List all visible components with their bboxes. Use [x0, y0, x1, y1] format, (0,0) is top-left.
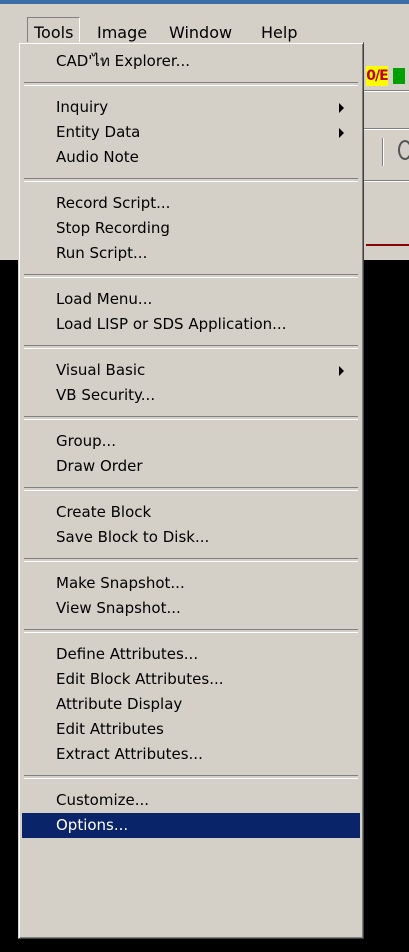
menu-item-load-menu[interactable]: Load Menu... [22, 287, 360, 312]
menu-item-group[interactable]: Group... [22, 429, 360, 454]
menu-item-options[interactable]: Options... [22, 813, 360, 838]
menu-item-load-lisp-or-sds-application[interactable]: Load LISP or SDS Application... [22, 312, 360, 337]
menu-item-label: Inquiry [56, 98, 109, 116]
submenu-arrow-icon [339, 128, 344, 138]
menu-separator [24, 629, 358, 633]
menu-item-label: Run Script... [56, 244, 148, 262]
menu-item-label: Edit Attributes [56, 720, 164, 738]
green-tool-icon[interactable] [393, 68, 405, 84]
submenu-arrow-icon [339, 103, 344, 113]
menu-item-extract-attributes[interactable]: Extract Attributes... [22, 742, 360, 767]
menu-item-label: CAD'ไท Explorer... [56, 52, 190, 70]
menu-item-make-snapshot[interactable]: Make Snapshot... [22, 571, 360, 596]
menu-separator [24, 416, 358, 420]
menu-item-edit-block-attributes[interactable]: Edit Block Attributes... [22, 667, 360, 692]
menu-item-label: Group... [56, 432, 116, 450]
menu-item-create-block[interactable]: Create Block [22, 500, 360, 525]
menu-item-draw-order[interactable]: Draw Order [22, 454, 360, 479]
menu-item-label: Make Snapshot... [56, 574, 185, 592]
menu-item-label: View Snapshot... [56, 599, 181, 617]
menu-separator [24, 775, 358, 779]
menu-separator [24, 487, 358, 491]
toolbar-separator-highlight [383, 138, 384, 166]
zoom-icon[interactable] [398, 140, 409, 160]
menu-separator [24, 178, 358, 182]
menu-item-customize[interactable]: Customize... [22, 788, 360, 813]
menu-item-label: Record Script... [56, 194, 171, 212]
menu-item-label: Visual Basic [56, 361, 146, 379]
menu-item-label: Audio Note [56, 148, 139, 166]
menu-separator [24, 558, 358, 562]
menu-separator [24, 82, 358, 86]
menu-item-label: Save Block to Disk... [56, 528, 210, 546]
menu-item-save-block-to-disk[interactable]: Save Block to Disk... [22, 525, 360, 550]
left-panel-edge [0, 50, 18, 260]
tools-dropdown-menu: CAD'ไท Explorer... Inquiry Entity Data Audi… [18, 42, 364, 939]
menu-item-label: Attribute Display [56, 695, 183, 713]
submenu-arrow-icon [339, 366, 344, 376]
menu-item-stop-recording[interactable]: Stop Recording [22, 216, 360, 241]
menu-item-label: Extract Attributes... [56, 745, 203, 763]
menu-item-edit-attributes[interactable]: Edit Attributes [22, 717, 360, 742]
menu-item-vb-security[interactable]: VB Security... [22, 383, 360, 408]
menu-separator [24, 345, 358, 349]
menu-separator [24, 274, 358, 278]
menu-item-run-script[interactable]: Run Script... [22, 241, 360, 266]
menu-item-inquiry[interactable]: Inquiry [22, 95, 360, 120]
menu-item-label: Stop Recording [56, 219, 170, 237]
menu-item-attribute-display[interactable]: Attribute Display [22, 692, 360, 717]
menu-item-label: Customize... [56, 791, 150, 809]
menu-item-audio-note[interactable]: Audio Note [22, 145, 360, 170]
menu-item-label: Options... [56, 816, 129, 834]
menu-item-cad-explorer[interactable]: CAD'ไท Explorer... [22, 49, 360, 74]
menu-item-label: Define Attributes... [56, 645, 199, 663]
drawing-edge-line [366, 244, 409, 246]
dimension-icon[interactable]: 0/E [366, 66, 389, 86]
menu-item-label: Entity Data [56, 123, 141, 141]
menu-item-visual-basic[interactable]: Visual Basic [22, 358, 360, 383]
menu-item-label: VB Security... [56, 386, 156, 404]
menu-item-view-snapshot[interactable]: View Snapshot... [22, 596, 360, 621]
menu-item-entity-data[interactable]: Entity Data [22, 120, 360, 145]
menu-item-record-script[interactable]: Record Script... [22, 191, 360, 216]
menu-item-label: Edit Block Attributes... [56, 670, 224, 688]
menu-item-label: Draw Order [56, 457, 143, 475]
menu-item-label: Load LISP or SDS Application... [56, 315, 287, 333]
menu-item-label: Create Block [56, 503, 152, 521]
menu-item-label: Load Menu... [56, 290, 153, 308]
menu-item-define-attributes[interactable]: Define Attributes... [22, 642, 360, 667]
